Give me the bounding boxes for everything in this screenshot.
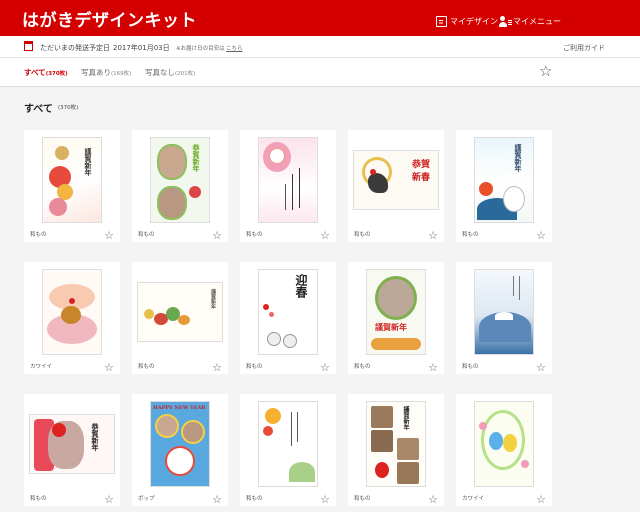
category-label: カワイイ — [462, 496, 485, 502]
design-card[interactable]: 謹賀新年 和もの ☆ — [348, 394, 444, 506]
user-guide-link[interactable]: ご利用ガイド — [563, 43, 605, 53]
design-card[interactable]: 恭賀新年 和もの ☆ — [132, 130, 228, 242]
design-thumbnail[interactable]: HAPPY NEW YEAR — [150, 401, 210, 487]
star-icon[interactable]: ☆ — [428, 362, 438, 373]
design-card[interactable]: 謹賀新年 和もの ☆ — [348, 262, 444, 374]
design-thumbnail[interactable]: 謹賀新年 — [137, 282, 223, 342]
design-thumbnail[interactable] — [258, 401, 318, 487]
category-label: 和もの — [462, 364, 479, 370]
my-menu-label: マイメニュー — [513, 16, 561, 26]
star-icon[interactable]: ☆ — [536, 230, 546, 241]
calendar-icon — [24, 41, 33, 51]
app-logo[interactable]: はがきデザインキット — [22, 6, 197, 31]
category-label: 和もの — [246, 364, 263, 370]
delivery-note: ※お届け日の目安は — [176, 46, 225, 52]
star-icon[interactable]: ☆ — [320, 230, 330, 241]
design-thumbnail[interactable]: 謹賀新年 — [366, 269, 426, 355]
category-label: 和もの — [354, 232, 371, 238]
category-label: カワイイ — [30, 364, 53, 370]
design-thumbnail[interactable]: 謹賀新年 — [366, 401, 426, 487]
category-label: ポップ — [138, 496, 155, 502]
category-label: 和もの — [354, 364, 371, 370]
design-card[interactable]: 和もの ☆ — [240, 130, 336, 242]
tab-without-photo[interactable]: 写真なし(201枚) — [145, 67, 195, 78]
design-thumbnail[interactable]: 迎春 — [258, 269, 318, 355]
shipping-date: 2017年01月03日 — [113, 44, 170, 52]
favorites-star-icon[interactable]: ☆ — [539, 64, 552, 79]
design-icon — [436, 15, 447, 27]
star-icon[interactable]: ☆ — [212, 230, 222, 241]
star-icon[interactable]: ☆ — [536, 362, 546, 373]
section-title: すべて — [24, 104, 53, 115]
design-card[interactable]: 謹賀新年 和もの ☆ — [24, 130, 120, 242]
design-card[interactable]: 和もの ☆ — [456, 262, 552, 374]
design-thumbnail[interactable]: 謹賀新年 — [474, 137, 534, 223]
star-icon[interactable]: ☆ — [212, 362, 222, 373]
star-icon[interactable]: ☆ — [428, 494, 438, 505]
design-thumbnail[interactable] — [474, 401, 534, 487]
star-icon[interactable]: ☆ — [212, 494, 222, 505]
my-menu-button[interactable]: マイメニュー — [499, 14, 561, 28]
design-thumbnail[interactable]: 恭賀新年 — [150, 137, 210, 223]
design-thumbnail[interactable] — [474, 269, 534, 355]
design-card[interactable]: カワイイ ☆ — [456, 394, 552, 506]
star-icon[interactable]: ☆ — [320, 494, 330, 505]
design-thumbnail[interactable] — [42, 269, 102, 355]
category-label: 和もの — [30, 496, 47, 502]
app-header: はがきデザインキット マイデザイン マイメニュー — [0, 0, 640, 36]
design-card[interactable]: 迎春 和もの ☆ — [240, 262, 336, 374]
category-label: 和もの — [354, 496, 371, 502]
design-thumbnail[interactable]: 謹賀新年 — [42, 137, 102, 223]
user-menu-icon — [499, 15, 512, 27]
tab-all[interactable]: すべて(370枚) — [24, 67, 68, 78]
category-label: 和もの — [246, 496, 263, 502]
star-icon[interactable]: ☆ — [428, 230, 438, 241]
design-card[interactable]: 恭賀新春 和もの ☆ — [348, 130, 444, 242]
design-card[interactable]: 謹賀新年 和もの ☆ — [132, 262, 228, 374]
star-icon[interactable]: ☆ — [104, 362, 114, 373]
category-label: 和もの — [30, 232, 47, 238]
my-design-label: マイデザイン — [450, 16, 498, 26]
star-icon[interactable]: ☆ — [104, 494, 114, 505]
design-thumbnail[interactable] — [258, 137, 318, 223]
shipping-label: ただいまの発送予定日 — [40, 44, 110, 52]
star-icon[interactable]: ☆ — [536, 494, 546, 505]
star-icon[interactable]: ☆ — [104, 230, 114, 241]
design-card[interactable]: 恭賀新年 和もの ☆ — [24, 394, 120, 506]
tab-with-photo[interactable]: 写真あり(169枚) — [81, 67, 131, 78]
design-card[interactable]: 謹賀新年 和もの ☆ — [456, 130, 552, 242]
category-label: 和もの — [462, 232, 479, 238]
category-label: 和もの — [138, 364, 155, 370]
section-count: (370枚) — [58, 105, 79, 111]
category-label: 和もの — [246, 232, 263, 238]
design-thumbnail[interactable]: 恭賀新年 — [29, 414, 115, 474]
category-label: 和もの — [138, 232, 155, 238]
delivery-info-link[interactable]: こちら — [226, 44, 243, 52]
design-card[interactable]: 和もの ☆ — [240, 394, 336, 506]
star-icon[interactable]: ☆ — [320, 362, 330, 373]
design-card[interactable]: カワイイ ☆ — [24, 262, 120, 374]
design-thumbnail[interactable]: 恭賀新春 — [353, 150, 439, 210]
my-design-button[interactable]: マイデザイン — [436, 14, 498, 28]
design-card[interactable]: HAPPY NEW YEAR ポップ ☆ — [132, 394, 228, 506]
